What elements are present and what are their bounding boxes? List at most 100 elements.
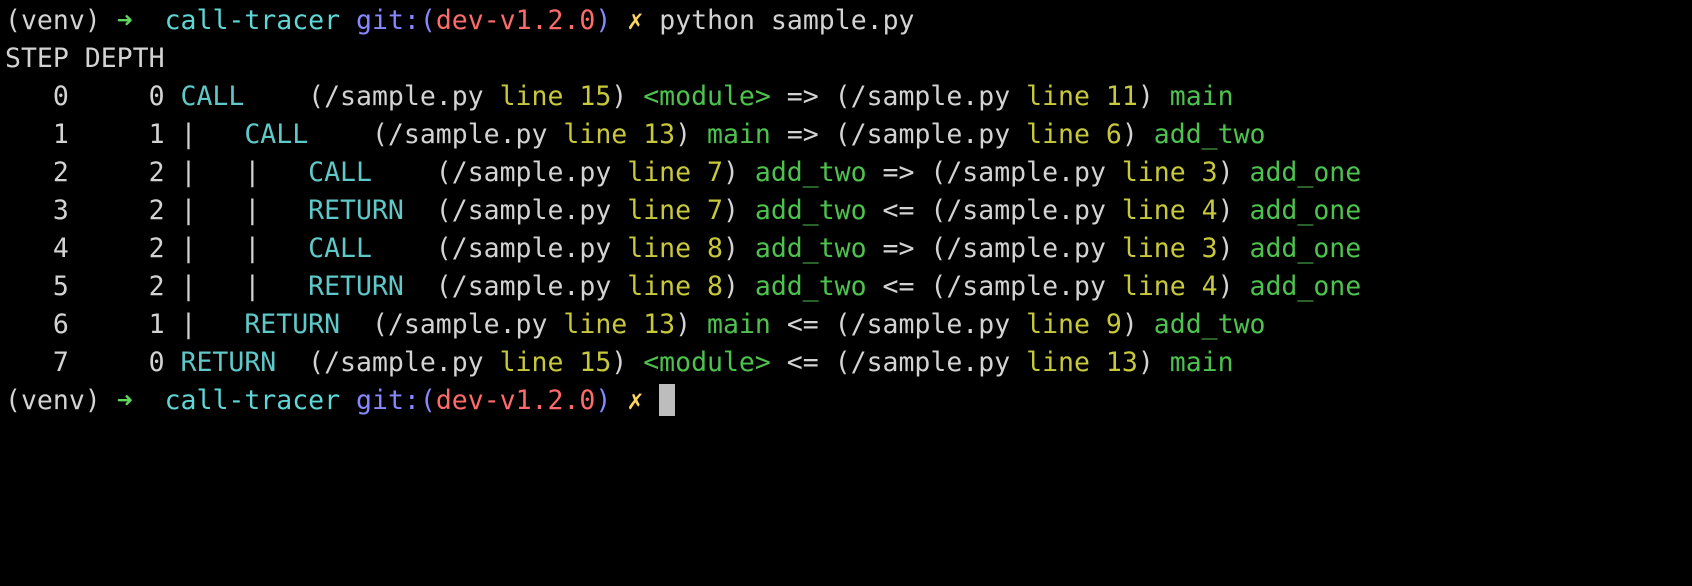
text-segment-default: <= (/sample.py: [866, 271, 1122, 302]
trace-row-2: 2 2 | | CALL (/sample.py line 7) add_two…: [5, 154, 1692, 192]
text-segment-default: (/sample.py: [308, 347, 500, 378]
text-segment-function-name: main: [707, 309, 771, 340]
text-segment-default: ): [1137, 81, 1170, 112]
text-segment-function-name: add_one: [1249, 195, 1362, 226]
text-segment-event: CALL: [308, 233, 436, 264]
text-segment-line-number: line 11: [1026, 81, 1138, 112]
text-segment-event: CALL: [308, 157, 436, 188]
text-segment-default: (/sample.py: [308, 81, 500, 112]
text-segment-function-name: add_two: [1153, 119, 1266, 150]
trace-row-4: 4 2 | | CALL (/sample.py line 8) add_two…: [5, 230, 1692, 268]
text-segment-function-name: main: [707, 119, 771, 150]
text-segment-line-number: line 4: [1121, 271, 1218, 302]
text-segment-default: ): [722, 271, 755, 302]
text-segment-default: [611, 385, 627, 416]
text-segment-function-name: add_two: [754, 195, 867, 226]
text-segment-default: 7 0: [5, 347, 181, 378]
text-segment-default: (/sample.py: [435, 157, 628, 188]
text-segment-default: (/sample.py: [435, 271, 628, 302]
text-segment-line-number: line 15: [499, 81, 612, 112]
text-segment-default: [133, 385, 165, 416]
text-segment-git-label: git:(: [356, 5, 436, 36]
terminal-cursor: [659, 384, 676, 416]
text-segment-default: => (/sample.py: [866, 157, 1122, 188]
text-segment-default: ): [1121, 119, 1154, 150]
text-segment-line-number: line 15: [499, 347, 612, 378]
text-segment-default: <= (/sample.py: [770, 309, 1027, 340]
text-segment-line-number: line 7: [627, 157, 723, 188]
text-segment-default: ): [722, 157, 755, 188]
text-segment-git-label: git:(: [356, 385, 436, 416]
text-segment-directory: call-tracer: [164, 5, 341, 36]
text-segment-default: ): [675, 309, 708, 340]
terminal-window[interactable]: (venv) ➜ call-tracer git:(dev-v1.2.0) ✗ …: [0, 0, 1692, 586]
text-segment-default: (/sample.py: [435, 233, 628, 264]
text-segment-function-name: add_two: [754, 157, 867, 188]
text-segment-dirty-mark: ✗: [627, 385, 644, 416]
text-segment-line-number: line 4: [1121, 195, 1218, 226]
text-segment-default: [340, 5, 356, 36]
text-segment-default: 0 0: [5, 81, 181, 112]
prompt-line-command: (venv) ➜ call-tracer git:(dev-v1.2.0) ✗ …: [5, 2, 1692, 40]
text-segment-default: ): [1217, 157, 1250, 188]
text-segment-line-number: line 7: [627, 195, 723, 226]
text-segment-directory: call-tracer: [164, 385, 341, 416]
text-segment-function-name: main: [1169, 347, 1234, 378]
text-segment-prompt-arrow: ➜: [116, 5, 133, 36]
text-segment-default: (venv): [5, 5, 117, 36]
text-segment-line-number: line 13: [1026, 347, 1138, 378]
text-segment-function-name: add_two: [754, 233, 867, 264]
text-segment-event: CALL: [180, 81, 309, 112]
text-segment-default: <= (/sample.py: [866, 195, 1122, 226]
text-segment-line-number: line 3: [1121, 233, 1218, 264]
text-segment-dirty-mark: ✗: [627, 5, 644, 36]
text-segment-default: => (/sample.py: [770, 119, 1027, 150]
text-segment-default: ): [611, 81, 644, 112]
text-segment-line-number: line 6: [1026, 119, 1122, 150]
trace-row-1: 1 1 | CALL (/sample.py line 13) main => …: [5, 116, 1692, 154]
text-segment-git-label: ): [595, 5, 612, 36]
text-segment-default: (venv): [5, 385, 117, 416]
text-segment-function-name: main: [1169, 81, 1234, 112]
text-segment-default: ): [722, 233, 755, 264]
text-segment-default: ): [675, 119, 708, 150]
text-segment-git-label: ): [595, 385, 612, 416]
text-segment-prompt-arrow: ➜: [116, 385, 133, 416]
trace-row-7: 7 0 RETURN (/sample.py line 15) <module>…: [5, 344, 1692, 382]
text-segment-event: RETURN: [180, 347, 309, 378]
text-segment-function-name: add_two: [1153, 309, 1266, 340]
text-segment-default: 4 2 | |: [5, 233, 309, 264]
text-segment-default: ): [1217, 271, 1250, 302]
trace-row-3: 3 2 | | RETURN (/sample.py line 7) add_t…: [5, 192, 1692, 230]
text-segment-function-name: add_one: [1249, 233, 1362, 264]
trace-row-0: 0 0 CALL (/sample.py line 15) <module> =…: [5, 78, 1692, 116]
text-segment-git-branch: dev-v1.2.0: [435, 385, 596, 416]
text-segment-default: <= (/sample.py: [770, 347, 1027, 378]
text-segment-default: python sample.py: [643, 5, 915, 36]
trace-row-5: 5 2 | | RETURN (/sample.py line 8) add_t…: [5, 268, 1692, 306]
text-segment-function-name: <module>: [643, 347, 771, 378]
text-segment-default: 3 2 | |: [5, 195, 309, 226]
text-segment-default: ): [1217, 195, 1250, 226]
text-segment-git-branch: dev-v1.2.0: [435, 5, 596, 36]
text-segment-function-name: add_one: [1249, 157, 1362, 188]
text-segment-default: [643, 385, 659, 416]
text-segment-default: (/sample.py: [371, 309, 564, 340]
text-segment-line-number: line 9: [1026, 309, 1122, 340]
text-segment-default: ): [722, 195, 755, 226]
text-segment-default: STEP DEPTH: [5, 43, 165, 74]
text-segment-line-number: line 13: [563, 119, 676, 150]
text-segment-event: RETURN: [308, 195, 436, 226]
text-segment-function-name: add_one: [1249, 271, 1362, 302]
text-segment-default: ): [611, 347, 644, 378]
text-segment-default: 1 1 |: [5, 119, 245, 150]
text-segment-default: [340, 385, 356, 416]
text-segment-line-number: line 8: [627, 271, 723, 302]
text-segment-default: => (/sample.py: [770, 81, 1027, 112]
text-segment-default: [133, 5, 165, 36]
trace-row-6: 6 1 | RETURN (/sample.py line 13) main <…: [5, 306, 1692, 344]
trace-header: STEP DEPTH: [5, 40, 1692, 78]
text-segment-default: ): [1137, 347, 1170, 378]
text-segment-default: (/sample.py: [435, 195, 628, 226]
text-segment-default: => (/sample.py: [866, 233, 1122, 264]
